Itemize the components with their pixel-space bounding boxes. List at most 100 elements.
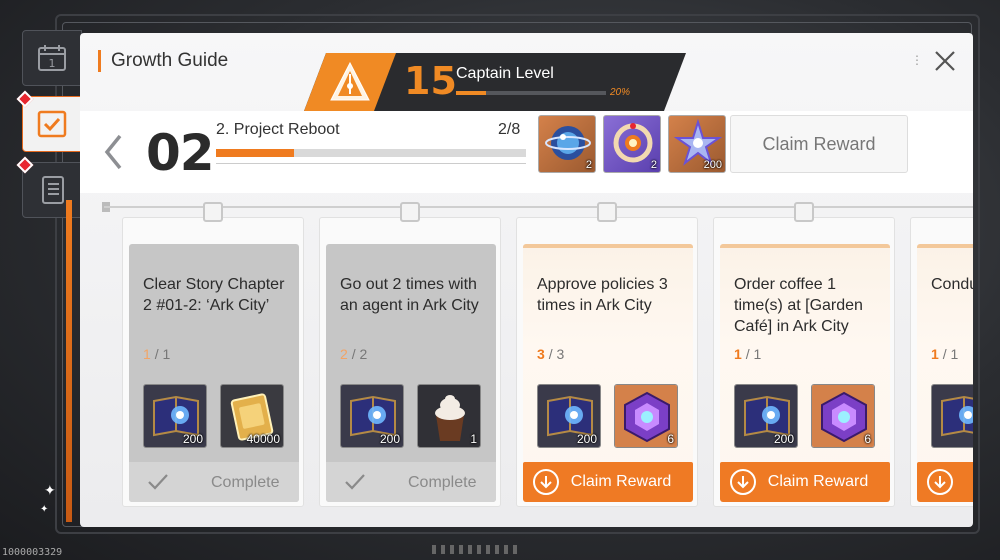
book-icon — [932, 385, 973, 447]
svg-text:1: 1 — [49, 57, 56, 70]
user-id: 1000003329 — [2, 547, 63, 558]
card-clip-icon — [203, 202, 223, 222]
task-progress-total: / 1 — [154, 346, 171, 362]
complete-status: Complete — [211, 474, 280, 491]
chapter-name: 2. Project Reboot — [216, 121, 340, 138]
captain-level-number: 15 — [404, 59, 457, 103]
task-card: Go out 2 times with an agent in Ark City… — [319, 202, 501, 507]
pen-nib-emblem-icon — [328, 60, 372, 104]
captain-progress-bar — [456, 91, 606, 95]
captain-progress-fill — [456, 91, 486, 95]
task-card-footer: Complete — [326, 462, 496, 502]
side-accent-bar — [66, 200, 72, 522]
task-card-body: Condu Psych Couns 1 / 1 2 C — [917, 244, 973, 502]
previous-chapter-button[interactable] — [98, 131, 128, 173]
reward-item[interactable]: 200 — [537, 384, 601, 448]
reward-qty: 40000 — [246, 432, 280, 446]
task-progress-total: / 2 — [351, 346, 368, 362]
reward-item[interactable]: 2 — [931, 384, 973, 448]
task-card-footer: Claim Reward — [523, 462, 693, 502]
task-description: Condu Psych Couns — [931, 276, 973, 293]
task-card: Approve policies 3 times in Ark City 3 / … — [516, 202, 698, 507]
task-card-footer: Claim Reward — [720, 462, 890, 502]
divider — [216, 163, 526, 164]
calendar-icon: 1 — [38, 45, 66, 71]
checklist-icon — [37, 110, 67, 138]
reward-qty: 200 — [379, 432, 400, 446]
captain-level-label: Captain Level — [456, 65, 554, 82]
chapter-reward-3[interactable]: 200 — [668, 115, 726, 173]
reward-item[interactable]: 40000 — [220, 384, 284, 448]
card-clip-icon — [597, 202, 617, 222]
task-card-footer: C — [917, 462, 973, 502]
reward-qty: 200 — [182, 432, 203, 446]
task-description: Go out 2 times with an agent in Ark City — [340, 276, 479, 314]
reward-item[interactable]: 1 — [417, 384, 481, 448]
task-card-footer: Complete — [129, 462, 299, 502]
notebook-icon — [42, 176, 64, 204]
task-card-body: Clear Story Chapter 2 #01-2: ‘Ark City’ 1… — [129, 244, 299, 502]
sparkle-icon: ✦ — [44, 482, 56, 498]
reward-qty: 6 — [864, 432, 871, 446]
claim-reward-button[interactable]: Claim Reward — [523, 462, 693, 502]
reward-item[interactable]: 200 — [143, 384, 207, 448]
task-progress: 1 / 1 — [143, 346, 170, 362]
task-progress-current: 1 — [143, 346, 151, 362]
drag-handle-icon: ⋮ — [911, 53, 923, 67]
chapter-row: 02 2. Project Reboot 2/8 2 2 200 Claim R… — [80, 111, 973, 193]
captain-progress-text: 20% — [610, 87, 631, 98]
task-card: Order coffee 1 time(s) at [Garden Café] … — [713, 202, 895, 507]
claim-chapter-reward-button[interactable]: Claim Reward — [730, 115, 908, 173]
chapter-reward-2[interactable]: 2 — [603, 115, 661, 173]
task-progress: 1 / 1 — [931, 346, 958, 362]
notification-dot-icon — [16, 156, 34, 174]
checkmark-icon — [345, 474, 365, 490]
card-clip-icon — [794, 202, 814, 222]
task-progress-total: / 3 — [548, 346, 565, 362]
task-description: Approve policies 3 times in Ark City — [537, 276, 668, 314]
reward-item[interactable]: 6 — [811, 384, 875, 448]
task-progress-current: 1 — [931, 346, 939, 362]
download-arrow-icon — [533, 469, 559, 495]
checkmark-icon — [148, 474, 168, 490]
reward-item[interactable]: 200 — [734, 384, 798, 448]
footer-decoration — [432, 545, 517, 554]
task-progress-current: 3 — [537, 346, 545, 362]
task-progress-current: 2 — [340, 346, 348, 362]
chapter-progress-bar — [216, 149, 526, 157]
tab-growth-guide[interactable] — [16, 90, 82, 152]
captain-level-banner: 15 Captain Level 20% — [304, 53, 686, 111]
reward-qty: 2 — [585, 159, 592, 171]
task-description: Order coffee 1 time(s) at [Garden Café] … — [734, 276, 863, 335]
tab-notes[interactable] — [16, 156, 82, 218]
reward-item[interactable]: 6 — [614, 384, 678, 448]
download-arrow-icon — [730, 469, 756, 495]
task-description: Clear Story Chapter 2 #01-2: ‘Ark City’ — [143, 276, 285, 314]
task-card-body: Order coffee 1 time(s) at [Garden Café] … — [720, 244, 890, 502]
task-progress-total: / 1 — [942, 346, 959, 362]
task-card-body: Approve policies 3 times in Ark City 3 / … — [523, 244, 693, 502]
sparkle-icon: ✦ — [40, 504, 49, 515]
claim-reward-label: Claim Reward — [570, 473, 672, 490]
close-button[interactable] — [931, 47, 959, 75]
card-clip-icon — [400, 202, 420, 222]
claim-reward-button[interactable]: Claim Reward — [720, 462, 890, 502]
tab-calendar[interactable]: 1 — [22, 30, 82, 86]
chapter-reward-1[interactable]: 2 — [538, 115, 596, 173]
download-arrow-icon — [927, 469, 953, 495]
reward-item[interactable]: 200 — [340, 384, 404, 448]
task-card: Clear Story Chapter 2 #01-2: ‘Ark City’ 1… — [122, 202, 304, 507]
task-progress-current: 1 — [734, 346, 742, 362]
reward-qty: 200 — [576, 432, 597, 446]
task-progress-total: / 1 — [745, 346, 762, 362]
task-progress: 3 / 3 — [537, 346, 564, 362]
reward-qty: 200 — [773, 432, 794, 446]
task-progress: 2 / 2 — [340, 346, 367, 362]
notification-dot-icon — [16, 90, 34, 108]
claim-reward-button[interactable]: C — [917, 462, 973, 502]
reward-qty: 1 — [470, 432, 477, 446]
complete-status: Complete — [408, 474, 477, 491]
task-progress: 1 / 1 — [734, 346, 761, 362]
task-card-body: Go out 2 times with an agent in Ark City… — [326, 244, 496, 502]
reward-qty: 2 — [650, 159, 657, 171]
